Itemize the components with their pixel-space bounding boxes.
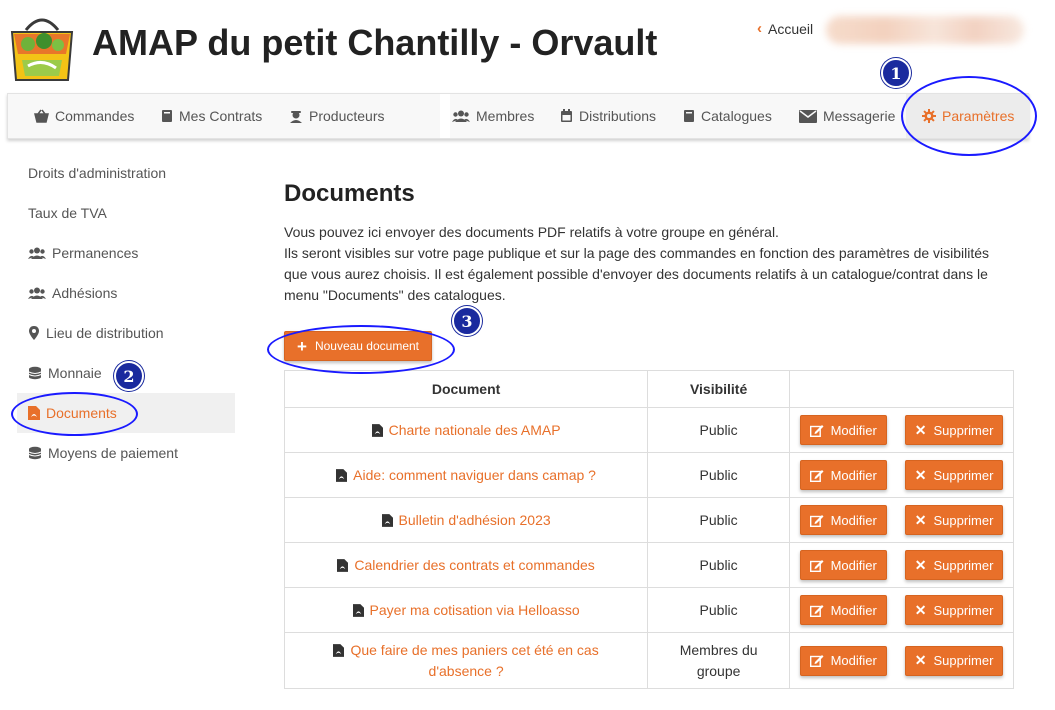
sidebar-item-paiement[interactable]: Moyens de paiement xyxy=(17,433,235,473)
delete-button[interactable]: ✕ Supprimer xyxy=(904,505,1004,535)
table-row: Aide: comment naviguer dans camap ? Publ… xyxy=(283,452,1014,498)
chevron-left-icon: ‹ xyxy=(757,20,762,37)
sidebar-item-tva[interactable]: Taux de TVA xyxy=(17,193,235,233)
sidebar-item-lieu[interactable]: Lieu de distribution xyxy=(17,313,235,353)
annotation-badge-2: 2 xyxy=(114,361,144,391)
edit-icon xyxy=(809,604,824,617)
nav-separator xyxy=(440,94,450,138)
pdf-file-icon xyxy=(352,603,364,617)
nav-item-producteurs[interactable]: Producteurs xyxy=(289,94,384,138)
delete-button[interactable]: ✕ Supprimer xyxy=(904,550,1004,580)
sidebar-item-permanences[interactable]: Permanences xyxy=(17,233,235,273)
delete-button[interactable]: ✕ Supprimer xyxy=(904,645,1004,676)
envelope-icon xyxy=(799,109,817,123)
home-link[interactable]: ‹ Accueil xyxy=(757,20,813,37)
edit-button[interactable]: Modifier xyxy=(799,595,887,625)
pdf-file-icon xyxy=(333,643,345,657)
nav-item-messagerie[interactable]: Messagerie xyxy=(799,94,895,138)
nav-item-mes-contrats[interactable]: Mes Contrats xyxy=(161,94,262,138)
nav-item-commandes[interactable]: Commandes xyxy=(34,94,134,138)
book-icon xyxy=(684,110,694,122)
delete-button[interactable]: ✕ Supprimer xyxy=(904,595,1004,625)
users-icon xyxy=(28,287,46,299)
app-title: AMAP du petit Chantilly - Orvault xyxy=(92,22,658,63)
document-link[interactable]: Bulletin d'adhésion 2023 xyxy=(381,512,551,528)
table-row: Charte nationale des AMAP Public Modifie… xyxy=(283,407,1014,453)
edit-icon xyxy=(809,655,824,667)
user-account-redacted[interactable] xyxy=(826,16,1024,44)
table-header-row: Document Visibilité xyxy=(283,370,1014,408)
visibility-value: Public xyxy=(699,511,738,528)
table-row: Payer ma cotisation via Helloasso Public… xyxy=(283,587,1014,633)
edit-button[interactable]: Modifier xyxy=(799,415,887,445)
close-icon: ✕ xyxy=(914,466,927,483)
pdf-file-icon xyxy=(336,468,348,482)
edit-icon xyxy=(809,469,824,482)
close-icon: ✕ xyxy=(914,652,927,668)
coins-icon xyxy=(28,446,42,460)
calendar-icon xyxy=(561,109,572,122)
sidebar-item-droits[interactable]: Droits d'administration xyxy=(17,153,235,193)
annotation-ellipse-3 xyxy=(267,325,455,374)
annotation-badge-1: 1 xyxy=(881,58,911,88)
intro-line-2: Ils seront visibles sur votre page publi… xyxy=(284,245,990,303)
column-header-document: Document xyxy=(283,370,649,408)
nav-item-distributions[interactable]: Distributions xyxy=(560,94,656,138)
nav-item-membres[interactable]: Membres xyxy=(452,94,534,138)
delete-button[interactable]: ✕ Supprimer xyxy=(904,415,1004,445)
users-icon xyxy=(452,110,470,122)
close-icon: ✕ xyxy=(914,511,927,528)
intro-text: Vous pouvez ici envoyer des documents PD… xyxy=(284,222,1014,306)
visibility-value: Public xyxy=(699,601,738,618)
edit-button[interactable]: Modifier xyxy=(799,645,887,676)
edit-icon xyxy=(809,559,824,572)
edit-icon xyxy=(809,514,824,527)
close-icon: ✕ xyxy=(914,601,927,618)
book-icon xyxy=(162,110,172,122)
table-row: Bulletin d'adhésion 2023 Public Modifier… xyxy=(283,497,1014,543)
column-header-actions xyxy=(789,370,1014,408)
column-header-visibility: Visibilité xyxy=(647,370,791,408)
sidebar-item-adhesions[interactable]: Adhésions xyxy=(17,273,235,313)
edit-icon xyxy=(809,424,824,437)
pdf-file-icon xyxy=(371,423,383,437)
map-marker-icon xyxy=(29,326,39,340)
pdf-file-icon xyxy=(381,513,393,527)
edit-button[interactable]: Modifier xyxy=(799,505,887,535)
nav-item-catalogues[interactable]: Catalogues xyxy=(683,94,772,138)
documents-table: Document Visibilité Charte nationale des… xyxy=(283,370,1014,689)
annotation-ellipse-1 xyxy=(901,76,1037,156)
table-row: Que faire de mes paniers cet été en cas … xyxy=(283,632,1014,689)
table-row: Calendrier des contrats et commandes Pub… xyxy=(283,542,1014,588)
close-icon: ✕ xyxy=(914,556,927,573)
main-content: Documents Vous pouvez ici envoyer des do… xyxy=(284,180,1014,306)
home-link-label: Accueil xyxy=(768,20,814,37)
document-link[interactable]: Aide: comment naviguer dans camap ? xyxy=(336,467,596,483)
basket-icon xyxy=(34,109,49,123)
document-link[interactable]: Payer ma cotisation via Helloasso xyxy=(352,602,580,618)
edit-button[interactable]: Modifier xyxy=(799,550,887,580)
document-link[interactable]: Charte nationale des AMAP xyxy=(371,422,561,438)
main-navbar: Commandes Mes Contrats Producteurs Membr… xyxy=(7,93,1031,139)
close-icon: ✕ xyxy=(914,421,927,438)
visibility-value: Public xyxy=(699,466,738,483)
farmer-icon xyxy=(290,111,302,123)
users-icon xyxy=(28,247,46,259)
visibility-value: Membres du groupe xyxy=(679,641,758,679)
app-logo[interactable] xyxy=(6,8,78,84)
page-title: Documents xyxy=(284,180,415,207)
annotation-ellipse-2 xyxy=(11,392,138,436)
annotation-badge-3: 3 xyxy=(452,306,482,336)
visibility-value: Public xyxy=(699,556,738,573)
document-link[interactable]: Que faire de mes paniers cet été en cas … xyxy=(333,642,599,679)
document-link[interactable]: Calendrier des contrats et commandes xyxy=(337,557,595,573)
edit-button[interactable]: Modifier xyxy=(799,460,887,490)
coins-icon xyxy=(28,366,42,380)
delete-button[interactable]: ✕ Supprimer xyxy=(904,460,1004,490)
pdf-file-icon xyxy=(337,558,349,572)
intro-line-1: Vous pouvez ici envoyer des documents PD… xyxy=(284,224,779,240)
visibility-value: Public xyxy=(699,421,738,438)
